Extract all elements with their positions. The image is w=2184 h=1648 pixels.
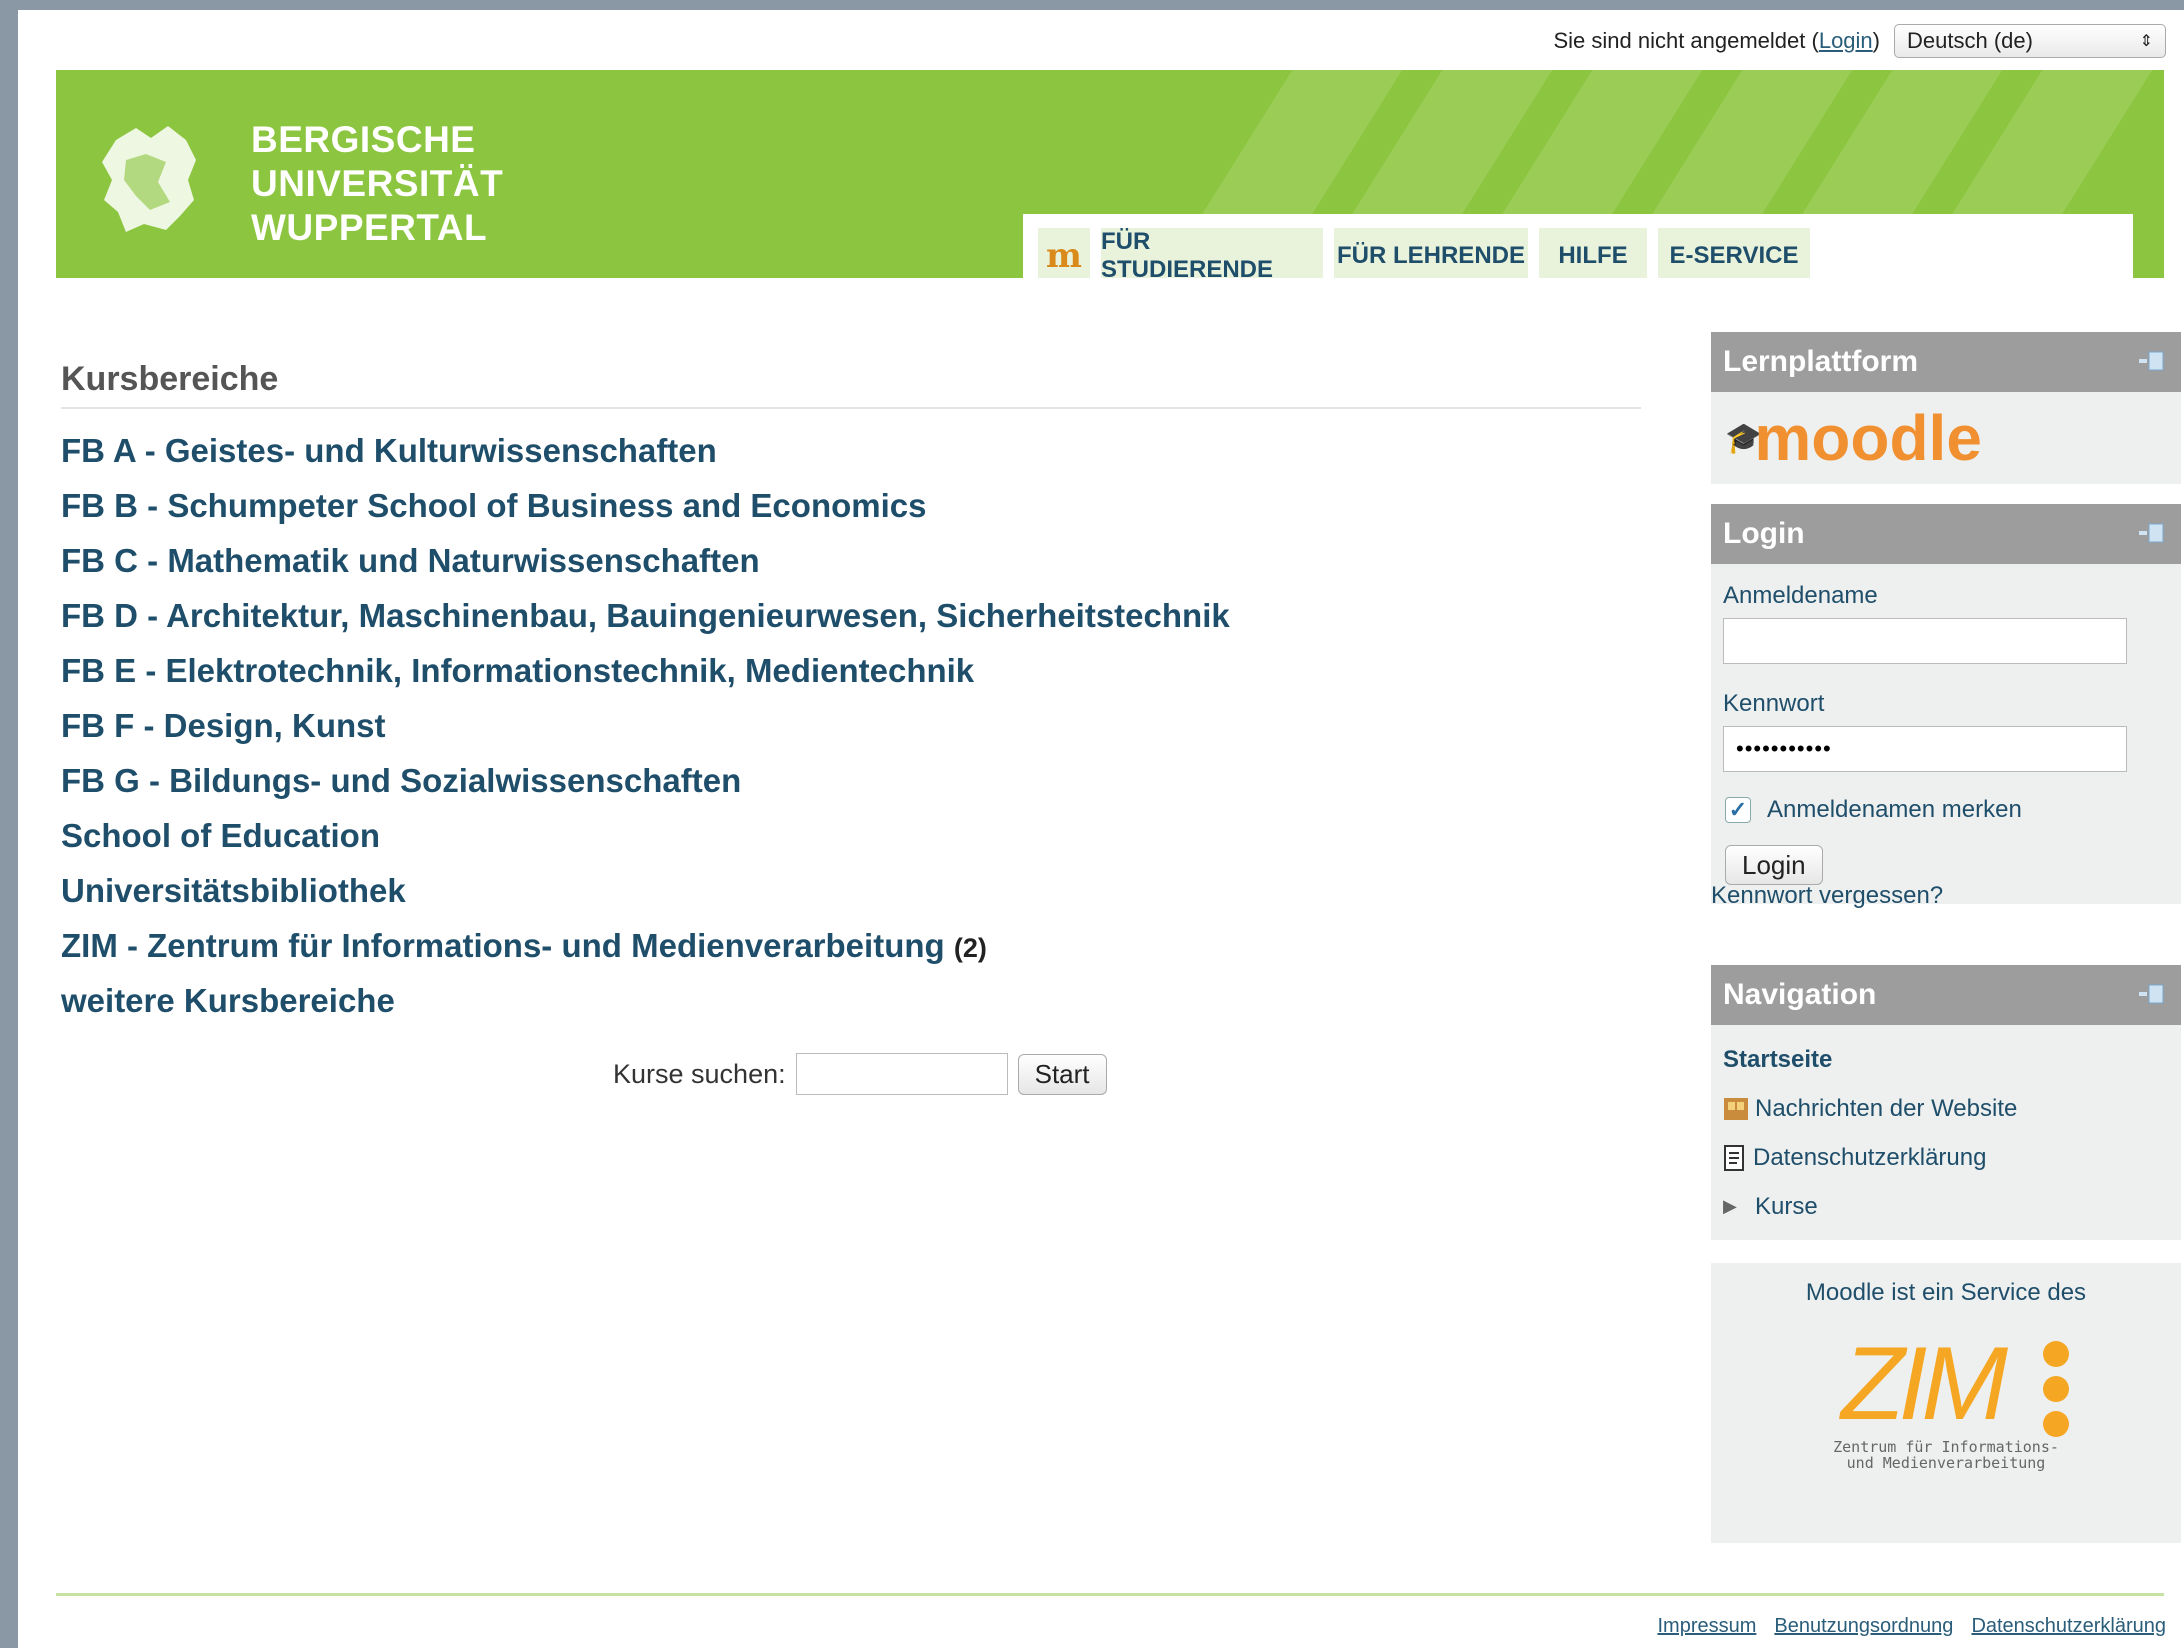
nav-courses[interactable]: ▶ Kurse (1711, 1182, 2181, 1231)
footer-privacy-link[interactable]: Datenschutzerklärung (1971, 1615, 2166, 1638)
navigation-block: Navigation Startseite Nachrichten der We… (1711, 965, 2181, 1240)
login-block: Login Anmeldename Kennwort ••••••••••• ✓… (1711, 504, 2181, 910)
category-link[interactable]: School of Education (61, 808, 1661, 863)
service-text: Moodle ist ein Service des (1805, 1279, 2087, 1306)
block-title: Lernplattform (1711, 332, 2181, 392)
category-link[interactable]: FB D - Architektur, Maschinenbau, Bauing… (61, 588, 1661, 643)
tab-fuer-lehrende[interactable]: FÜR LEHRENDE (1334, 228, 1528, 278)
search-start-button[interactable]: Start (1017, 1053, 1107, 1095)
forgot-password-link[interactable]: Kennwort vergessen? (1711, 882, 2181, 910)
language-select[interactable]: Deutsch (de) ⇕ (1894, 24, 2166, 58)
lernplattform-block: Lernplattform 🎓 moodle (1711, 332, 2181, 484)
category-link[interactable]: FB A - Geistes- und Kulturwissenschaften (61, 423, 1661, 478)
more-categories-link[interactable]: weitere Kursbereiche (61, 973, 1661, 1028)
zim-dots-icon (2043, 1341, 2069, 1437)
category-link[interactable]: ZIM - Zentrum für Informations- und Medi… (61, 927, 945, 964)
page-title: Kursbereiche (61, 360, 1641, 409)
footer-links: Impressum Benutzungsordnung Datenschutze… (1657, 1615, 2166, 1638)
search-label: Kurse suchen: (613, 1058, 786, 1089)
nav-privacy[interactable]: Datenschutzerklärung (1711, 1133, 2181, 1182)
category-link[interactable]: FB B - Schumpeter School of Business and… (61, 478, 1661, 533)
remember-checkbox[interactable]: ✓ (1725, 797, 1751, 823)
course-count: (2) (953, 933, 987, 963)
university-lion-logo-icon (102, 126, 196, 232)
main-content: Kursbereiche FB A - Geistes- und Kulturw… (61, 360, 1661, 1028)
login-link[interactable]: Login (1819, 28, 1873, 53)
nav-site-news[interactable]: Nachrichten der Website (1711, 1084, 2181, 1133)
forum-icon (1724, 1097, 1748, 1120)
course-search: Kurse suchen: Start (613, 1053, 1107, 1095)
footer-divider (56, 1593, 2164, 1596)
category-list: FB A - Geistes- und Kulturwissenschaften… (61, 423, 1661, 1028)
page-icon (1724, 1144, 1744, 1171)
password-label: Kennwort (1723, 690, 1825, 717)
moodle-home-icon: m (1046, 236, 1082, 276)
category-link[interactable]: FB G - Bildungs- und Sozialwissenschafte… (61, 753, 1661, 808)
footer-impressum-link[interactable]: Impressum (1657, 1615, 1756, 1638)
dock-block-icon[interactable] (2139, 522, 2165, 544)
login-button[interactable]: Login (1725, 845, 1823, 885)
username-input[interactable] (1723, 618, 2127, 664)
select-arrows-icon: ⇕ (2139, 33, 2153, 50)
main-nav: m FÜR STUDIERENDE FÜR LEHRENDE HILFE E-S… (1023, 214, 2133, 278)
category-link[interactable]: Universitätsbibliothek (61, 863, 1661, 918)
category-link[interactable]: FB F - Design, Kunst (61, 698, 1661, 753)
tab-e-service[interactable]: E-SERVICE (1658, 228, 1810, 278)
category-item-zim: ZIM - Zentrum für Informations- und Medi… (61, 918, 1661, 973)
login-status-bar: Sie sind nicht angemeldet (Login) Deutsc… (1553, 24, 2166, 58)
course-search-input[interactable] (795, 1053, 1008, 1095)
block-title: Navigation (1711, 965, 2181, 1025)
site-header: BERGISCHE UNIVERSITÄT WUPPERTAL m FÜR ST… (56, 70, 2164, 278)
tab-hilfe[interactable]: HILFE (1539, 228, 1647, 278)
expand-arrow-icon: ▶ (1723, 1196, 1737, 1216)
login-status-text: Sie sind nicht angemeldet (Login) (1553, 28, 1880, 53)
university-name[interactable]: BERGISCHE UNIVERSITÄT WUPPERTAL (251, 118, 503, 250)
remember-username: ✓ Anmeldenamen merken (1711, 796, 2181, 824)
dock-block-icon[interactable] (2139, 350, 2165, 372)
zim-service-block: Moodle ist ein Service des ZIM Zentrum f… (1711, 1263, 2181, 1543)
nav-startseite[interactable]: Startseite (1711, 1035, 2181, 1084)
moodle-logo[interactable]: 🎓 moodle (1711, 392, 2181, 484)
block-title: Login (1711, 504, 2181, 564)
page: Sie sind nicht angemeldet (Login) Deutsc… (18, 10, 2184, 1648)
category-link[interactable]: FB E - Elektrotechnik, Informationstechn… (61, 643, 1661, 698)
tab-fuer-studierende[interactable]: FÜR STUDIERENDE (1101, 228, 1323, 278)
tab-moodle-home[interactable]: m (1038, 228, 1090, 278)
zim-logo[interactable]: ZIM Zentrum für Informations- und Medien… (1811, 1329, 2081, 1489)
footer-terms-link[interactable]: Benutzungsordnung (1774, 1615, 1953, 1638)
dock-block-icon[interactable] (2139, 983, 2165, 1005)
category-link[interactable]: FB C - Mathematik und Naturwissenschafte… (61, 533, 1661, 588)
username-label: Anmeldename (1723, 582, 1878, 609)
password-input[interactable]: ••••••••••• (1723, 726, 2127, 772)
